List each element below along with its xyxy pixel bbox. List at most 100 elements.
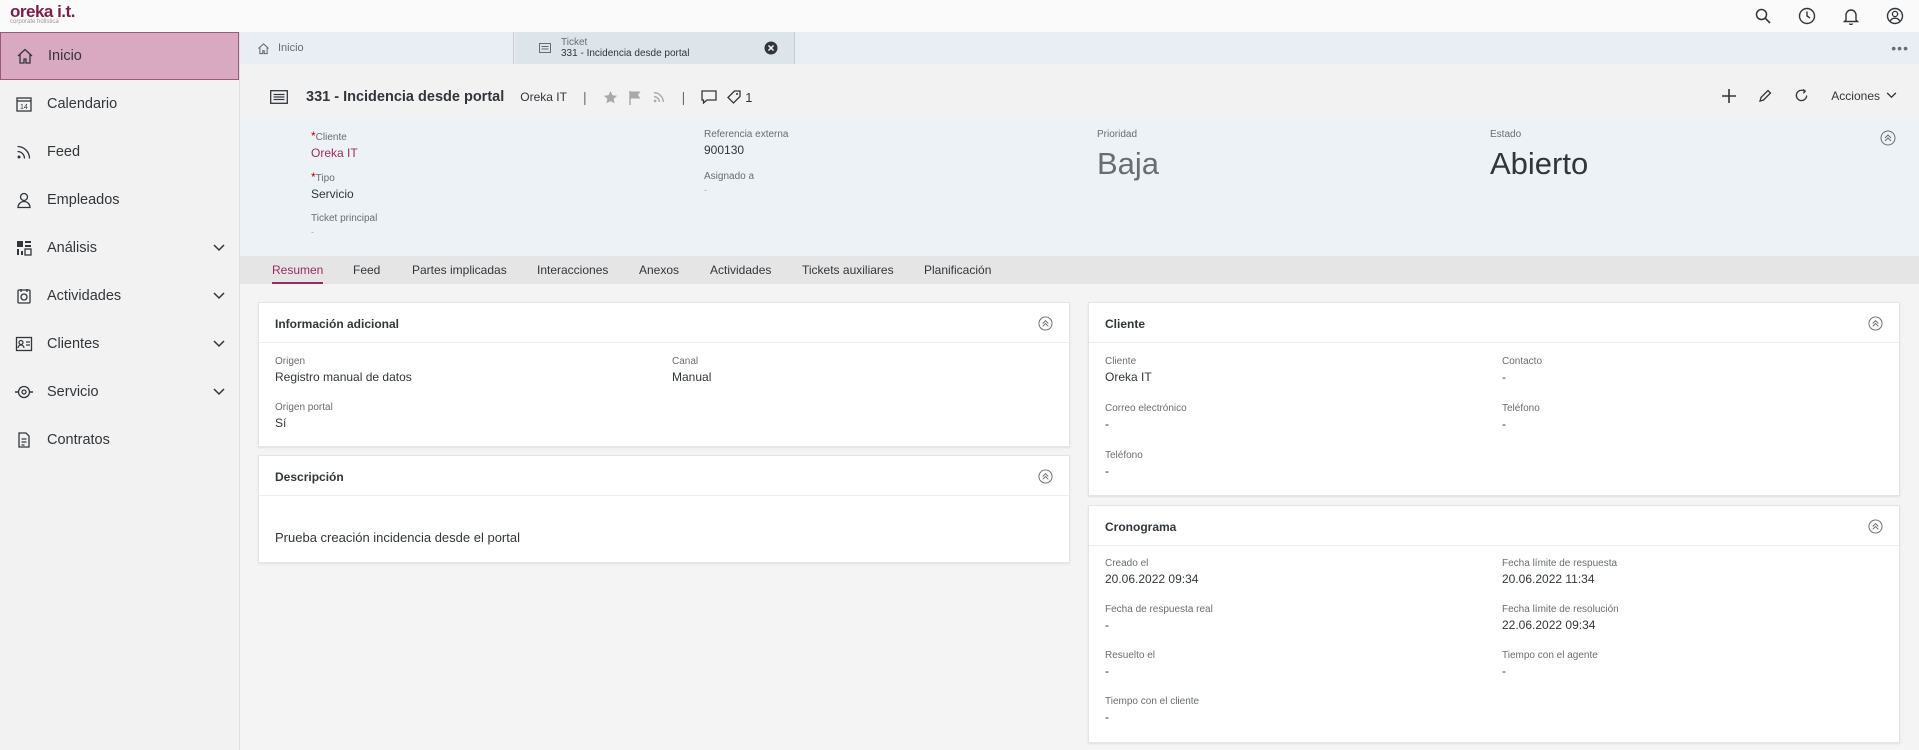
- follow-feed-icon[interactable]: [652, 90, 666, 104]
- referencia-label: Referencia externa: [704, 129, 789, 140]
- sidebar-item-feed[interactable]: Feed: [0, 128, 239, 176]
- field-label: Fecha de respuesta real: [1105, 604, 1213, 615]
- collapse-icon[interactable]: [1038, 316, 1053, 336]
- add-icon[interactable]: [1722, 88, 1737, 103]
- sidebar-item-label: Contratos: [47, 432, 110, 448]
- chart-icon: [14, 238, 34, 258]
- history-icon[interactable]: [1795, 4, 1819, 28]
- field-cliente: Cliente Oreka IT: [1105, 356, 1152, 384]
- ticket-icon: [270, 90, 288, 104]
- field-contacto: Contacto -: [1502, 356, 1542, 384]
- field-value: -: [1502, 664, 1506, 678]
- field-tiempo-agente: Tiempo con el agente -: [1502, 650, 1598, 678]
- field-label: Tiempo con el agente: [1502, 650, 1598, 661]
- chevron-down-icon[interactable]: [213, 384, 225, 400]
- shell-bar: oreka i.t. corporate holistica: [0, 0, 1919, 32]
- page-title: 331 - Incidencia desde portal: [306, 89, 505, 105]
- home-icon: [257, 42, 270, 55]
- user-icon[interactable]: [1883, 4, 1907, 28]
- sidebar-item-contratos[interactable]: Contratos: [0, 416, 239, 464]
- field-value: -: [1105, 664, 1109, 678]
- tab-feed[interactable]: Feed: [353, 263, 380, 277]
- field-value: -: [1502, 370, 1506, 384]
- tag-icon[interactable]: 1: [727, 90, 752, 105]
- field-origen: Origen Registro manual de datos: [275, 356, 412, 384]
- cliente-value[interactable]: Oreka IT: [311, 146, 358, 160]
- sidebar-item-inicio[interactable]: Inicio: [0, 32, 239, 80]
- tab-planificacion[interactable]: Planificación: [924, 263, 991, 277]
- section-tabs: Resumen Feed Partes implicadas Interacci…: [240, 256, 1919, 284]
- comment-icon[interactable]: [701, 90, 717, 104]
- search-icon[interactable]: [1751, 4, 1775, 28]
- field-value[interactable]: Oreka IT: [1105, 370, 1152, 384]
- tab-label: Inicio: [278, 42, 304, 54]
- calendar-icon: 14: [14, 94, 34, 114]
- facet-cliente: *Cliente Oreka IT: [311, 129, 358, 160]
- ticket-principal-label: Ticket principal: [311, 213, 378, 224]
- feed-icon: [14, 142, 34, 162]
- edit-icon[interactable]: [1758, 89, 1772, 103]
- sidebar-item-label: Feed: [47, 144, 81, 160]
- flag-icon[interactable]: [628, 90, 642, 105]
- facet-ticket-principal: Ticket principal -: [311, 213, 377, 237]
- field-respuesta-real: Fecha de respuesta real -: [1105, 604, 1213, 632]
- object-header: 331 - Incidencia desde portal Oreka IT |…: [240, 64, 1919, 122]
- tab-interacciones[interactable]: Interacciones: [537, 263, 608, 277]
- contract-icon: [14, 430, 34, 450]
- collapse-icon[interactable]: [1868, 316, 1883, 336]
- refresh-icon[interactable]: [1794, 88, 1809, 103]
- facet-referencia: Referencia externa 900130: [704, 129, 789, 157]
- chevron-down-icon[interactable]: [213, 240, 225, 256]
- header-facets: *Cliente Oreka IT *Tipo Servicio Ticket …: [240, 121, 1919, 256]
- field-label: Tiempo con el cliente: [1105, 696, 1200, 707]
- tab-inicio[interactable]: Inicio: [240, 32, 514, 64]
- prioridad-value: Baja: [1097, 146, 1160, 181]
- tab-tickets-auxiliares[interactable]: Tickets auxiliares: [802, 263, 894, 277]
- sidebar-item-label: Análisis: [47, 240, 97, 256]
- field-value: Manual: [672, 370, 712, 384]
- tab-actividades[interactable]: Actividades: [710, 263, 771, 277]
- tab-resumen[interactable]: Resumen: [272, 263, 324, 284]
- tag-count: 1: [745, 89, 753, 105]
- tab-partes-implicadas[interactable]: Partes implicadas: [412, 263, 507, 277]
- facet-prioridad: Prioridad Baja: [1097, 129, 1159, 182]
- field-label: Teléfono: [1502, 403, 1540, 414]
- field-limite-resolucion: Fecha límite de resolución 22.06.2022 09…: [1502, 604, 1619, 632]
- document-tabstrip: Inicio Ticket 331 - Incidencia desde por…: [240, 32, 1919, 64]
- collapse-icon[interactable]: [1868, 519, 1883, 539]
- sidebar-item-actividades[interactable]: Actividades: [0, 272, 239, 320]
- sidebar-item-clientes[interactable]: Clientes: [0, 320, 239, 368]
- sidebar-item-servicio[interactable]: Servicio: [0, 368, 239, 416]
- chevron-down-icon[interactable]: [213, 288, 225, 304]
- actions-menu-button[interactable]: Acciones: [1831, 89, 1897, 103]
- collapse-icon[interactable]: [1038, 469, 1053, 489]
- field-label: Resuelto el: [1105, 650, 1156, 661]
- sidebar-item-calendario[interactable]: 14 Calendario: [0, 80, 239, 128]
- header-org[interactable]: Oreka IT: [520, 90, 567, 104]
- service-icon: [14, 382, 34, 402]
- field-label: Correo electrónico: [1105, 403, 1187, 414]
- field-value: -: [1105, 618, 1109, 632]
- field-value: -: [1105, 464, 1109, 478]
- close-icon[interactable]: [764, 41, 778, 58]
- estado-label: Estado: [1490, 129, 1522, 140]
- field-value: 20.06.2022 11:34: [1502, 572, 1595, 586]
- field-creado: Creado el 20.06.2022 09:34: [1105, 558, 1198, 586]
- field-correo: Correo electrónico -: [1105, 403, 1187, 431]
- star-icon[interactable]: [603, 90, 618, 105]
- sidebar-item-analisis[interactable]: Análisis: [0, 224, 239, 272]
- sidebar-item-empleados[interactable]: Empleados: [0, 176, 239, 224]
- tab-anexos[interactable]: Anexos: [639, 263, 679, 277]
- field-value: -: [1105, 710, 1109, 724]
- tab-ticket[interactable]: Ticket 331 - Incidencia desde portal: [515, 32, 795, 64]
- collapse-header-icon[interactable]: [1880, 130, 1896, 151]
- chevron-down-icon: [1886, 92, 1897, 99]
- overflow-icon[interactable]: •••: [1891, 40, 1909, 56]
- field-label: Origen: [275, 356, 306, 367]
- logo[interactable]: oreka i.t. corporate holistica: [10, 2, 75, 25]
- field-limite-respuesta: Fecha límite de respuesta 20.06.2022 11:…: [1502, 558, 1617, 586]
- bell-icon[interactable]: [1839, 4, 1863, 28]
- card-cliente: Cliente Cliente Oreka IT Contacto - Corr…: [1088, 302, 1900, 496]
- chevron-down-icon[interactable]: [213, 336, 225, 352]
- ticket-principal-value: -: [311, 227, 314, 237]
